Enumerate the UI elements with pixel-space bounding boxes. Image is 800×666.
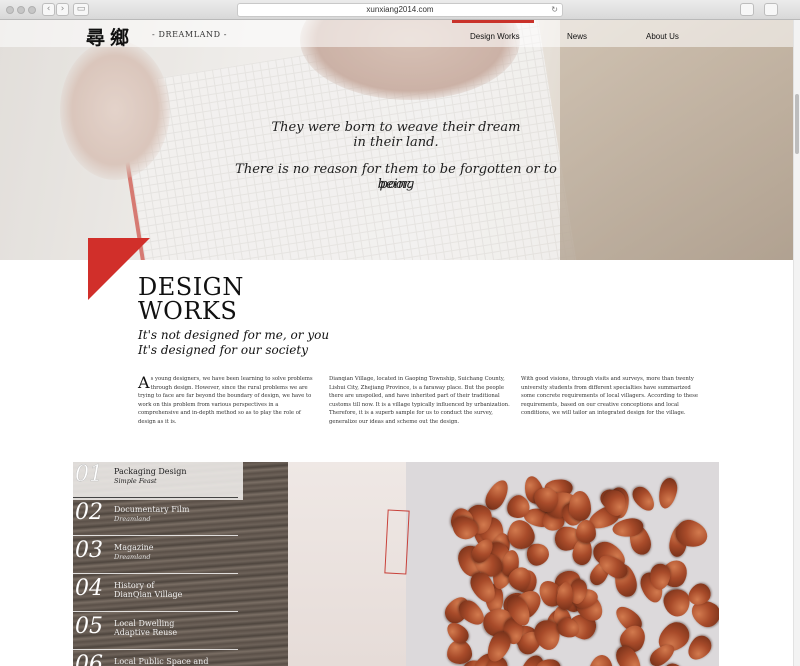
works-menu-item[interactable]: 06 Local Public Space and: [73, 652, 243, 666]
minimize-window-icon[interactable]: [17, 6, 25, 14]
hero-quote-line: in their land.: [353, 135, 439, 150]
tabs-icon[interactable]: [764, 3, 778, 16]
intro-column-2: Dianqian Village, located in Gaoping Tow…: [329, 376, 510, 425]
dried-fruit: [536, 659, 561, 666]
browser-toolbar: ‹ › ▭ xunxiang2014.com ↻: [0, 0, 800, 20]
scrollbar-thumb[interactable]: [795, 94, 799, 154]
url-text: xunxiang2014.com: [366, 5, 434, 14]
dried-fruit: [568, 490, 591, 521]
address-bar[interactable]: xunxiang2014.com ↻: [237, 3, 563, 17]
works-menu-item[interactable]: 05 Local Dwelling Adaptive Reuse: [73, 614, 243, 652]
nav-design-works[interactable]: Design Works: [470, 32, 520, 41]
intro-column-1: As young designers, we have been learnin…: [138, 373, 313, 425]
site-header: 尋鄉 - DREAMLAND - Design Works News About…: [0, 20, 793, 50]
dried-fruit: [628, 482, 659, 516]
close-window-icon[interactable]: [6, 6, 14, 14]
nav-news[interactable]: News: [567, 32, 587, 41]
intro-column-3: With good visions, through visits and su…: [521, 376, 698, 417]
logo-chinese[interactable]: 尋鄉: [86, 23, 134, 50]
dried-fruit: [575, 519, 596, 543]
drop-cap: A: [138, 373, 150, 392]
red-stamp-label: [384, 509, 410, 575]
works-menu-item[interactable]: 02 Documentary Film Dreamland: [73, 500, 243, 538]
nav-active-indicator: [452, 20, 534, 23]
logo-english[interactable]: - DREAMLAND -: [152, 30, 227, 39]
page-scrollbar[interactable]: [793, 20, 800, 666]
nav-about-us[interactable]: About Us: [646, 32, 679, 41]
section-title: DESIGN WORKS: [138, 273, 244, 325]
zoom-window-icon[interactable]: [28, 6, 36, 14]
hero-quote-line: poor.: [379, 177, 413, 192]
dried-fruit: [655, 476, 680, 511]
product-photo: [406, 462, 719, 666]
share-icon[interactable]: [740, 3, 754, 16]
sidebar-icon[interactable]: ▭: [73, 3, 89, 16]
works-menu-item[interactable]: 03 Magazine Dreamland: [73, 538, 243, 576]
works-menu-item[interactable]: 01 Packaging Design Simple Feast: [73, 462, 243, 500]
dried-fruit: [661, 587, 693, 620]
hero-quote-line: They were born to weave their dream: [271, 120, 521, 135]
hero-banner: They were born to weave their dream in t…: [0, 20, 793, 260]
reload-icon[interactable]: ↻: [551, 4, 558, 16]
section-subtitle: It's not designed for me, or you It's de…: [138, 328, 330, 357]
forward-icon[interactable]: ›: [56, 3, 69, 16]
works-menu-item[interactable]: 04 History of DianQian Village: [73, 576, 243, 614]
dried-fruit: [586, 653, 615, 666]
back-icon[interactable]: ‹: [42, 3, 55, 16]
